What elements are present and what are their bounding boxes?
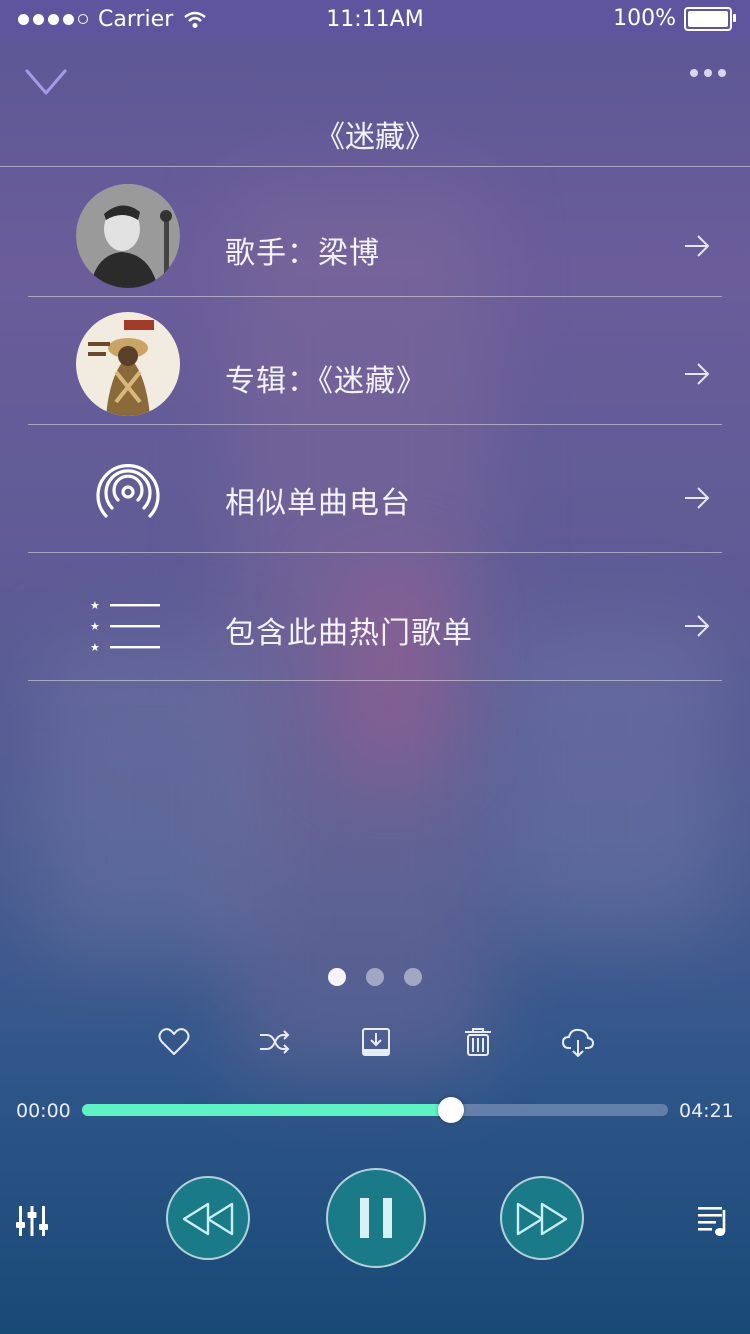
page-title: 《迷藏》 [315,120,435,155]
arrow-right-icon [685,487,710,509]
page-dot[interactable] [404,968,422,986]
pause-button[interactable] [326,1168,426,1268]
svg-text:★: ★ [90,641,100,654]
battery-icon [684,6,736,31]
more-dots-icon[interactable] [690,66,730,80]
fast-forward-button[interactable] [500,1176,584,1260]
svg-text:★: ★ [90,620,100,633]
rewind-icon [182,1202,234,1236]
shuffle-icon[interactable] [258,1026,290,1058]
arrow-right-icon [685,615,710,637]
pause-icon [360,1198,392,1238]
chevron-down-icon[interactable] [24,66,68,100]
divider [0,166,750,167]
status-bar: Carrier 11:11AM 100% [0,0,750,40]
hot-playlists-row[interactable]: ★ ★ ★ 包含此曲热门歌单 [28,552,722,681]
similar-radio-row[interactable]: 相似单曲电台 [28,424,722,553]
artist-label: 歌手：梁博 [225,236,380,271]
progress-fill [82,1104,452,1116]
progress-slider[interactable] [82,1097,668,1123]
delete-icon[interactable] [462,1026,494,1058]
fast-forward-icon [516,1202,568,1236]
elapsed-time: 00:00 [16,1100,71,1122]
arrow-right-icon [685,235,710,257]
equalizer-icon[interactable] [16,1204,48,1238]
svg-text:★: ★ [90,599,100,612]
page-indicator[interactable] [0,968,750,986]
artist-row[interactable]: 歌手：梁博 [28,168,722,297]
hot-playlists-label: 包含此曲热门歌单 [225,616,473,651]
album-cover [76,312,180,416]
artist-avatar [76,184,180,288]
album-label: 专辑：《迷藏》 [225,364,427,399]
playlist-icon[interactable] [698,1204,730,1238]
starred-list-icon: ★ ★ ★ [90,599,160,654]
progress-knob[interactable] [438,1097,465,1123]
battery-percent: 100% [613,6,676,31]
rewind-button[interactable] [166,1176,250,1260]
heart-icon[interactable] [158,1026,190,1058]
duration-time: 04:21 [679,1100,734,1122]
arrow-right-icon [685,363,710,385]
background-blur [40,640,260,960]
page-dot[interactable] [366,968,384,986]
cloud-download-icon[interactable] [562,1026,594,1058]
download-icon[interactable] [360,1026,392,1058]
similar-radio-label: 相似单曲电台 [225,486,411,521]
album-row[interactable]: 专辑：《迷藏》 [28,296,722,425]
page-dot-active[interactable] [328,968,346,986]
radio-waves-icon [96,464,160,518]
